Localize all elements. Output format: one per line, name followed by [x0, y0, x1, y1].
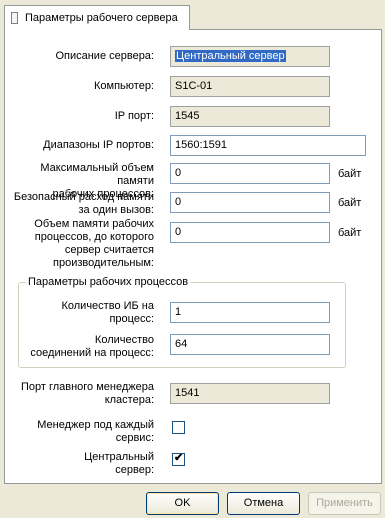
central-server-checkbox[interactable]: ✔: [172, 452, 185, 466]
central-server-label: Центральный сервер:: [4, 451, 154, 477]
process-params-group-title: Параметры рабочих процессов: [26, 276, 191, 288]
safe-memory-label-line1: Безопасный расход памяти: [13, 191, 154, 203]
computer-label: Компьютер:: [94, 80, 154, 92]
ip-ranges-label: Диапазоны IP портов:: [43, 139, 154, 151]
ok-button[interactable]: OK: [146, 492, 219, 515]
description-field[interactable]: Центральный сервер: [170, 46, 330, 67]
max-memory-input[interactable]: 0: [170, 163, 330, 184]
ip-ranges-input[interactable]: 1560:1591: [170, 135, 366, 156]
computer-field[interactable]: S1C-01: [170, 76, 330, 97]
safe-memory-unit: байт: [338, 197, 362, 209]
description-value: Центральный сервер: [175, 50, 286, 62]
max-memory-unit: байт: [338, 168, 362, 180]
memory-threshold-unit: байт: [338, 227, 362, 239]
manager-per-service-label-line2: сервис:: [115, 432, 154, 444]
cluster-port-label-line2: кластера:: [104, 394, 154, 406]
ip-port-label: IP порт:: [114, 110, 154, 122]
manager-per-service-label: Менеджер под каждый сервис:: [4, 419, 154, 445]
connections-label: Количество соединений на процесс:: [4, 334, 154, 360]
safe-memory-input[interactable]: 0: [170, 192, 330, 213]
cancel-button[interactable]: Отмена: [227, 492, 300, 515]
ib-per-process-label-line1: Количество ИБ на: [61, 300, 154, 312]
cluster-port-label: Порт главного менеджера кластера:: [4, 381, 154, 407]
cluster-port-label-line1: Порт главного менеджера: [20, 381, 154, 393]
memory-threshold-label-line4: производительным:: [53, 257, 154, 269]
tab-server-params[interactable]: Параметры рабочего сервера: [4, 5, 190, 30]
tab-label: Параметры рабочего сервера: [25, 12, 178, 24]
ib-per-process-input[interactable]: 1: [170, 302, 330, 323]
document-icon: [11, 12, 18, 24]
cluster-port-field[interactable]: 1541: [170, 383, 330, 404]
ib-per-process-label-line2: процесс:: [109, 313, 154, 325]
safe-memory-label-line2: за один вызов:: [78, 204, 154, 216]
max-memory-label-line1: Максимальный объем памяти: [40, 162, 154, 187]
checkmark-icon: ✔: [174, 452, 184, 464]
central-server-label-line1: Центральный: [84, 451, 154, 463]
memory-threshold-input[interactable]: 0: [170, 222, 330, 243]
connections-label-line1: Количество: [94, 334, 154, 346]
ib-per-process-label: Количество ИБ на процесс:: [4, 300, 154, 326]
central-server-label-line2: сервер:: [115, 464, 154, 476]
connections-input[interactable]: 64: [170, 334, 330, 355]
memory-threshold-label-line1: Объем памяти рабочих: [34, 218, 154, 230]
apply-button[interactable]: Применить: [308, 492, 381, 515]
memory-threshold-label-line3: сервер считается: [64, 244, 154, 256]
ip-port-field[interactable]: 1545: [170, 106, 330, 127]
manager-per-service-label-line1: Менеджер под каждый: [37, 419, 154, 431]
connections-label-line2: соединений на процесс:: [30, 347, 154, 359]
memory-threshold-label: Объем памяти рабочих процессов, до котор…: [4, 218, 154, 270]
description-label: Описание сервера:: [55, 50, 154, 62]
safe-memory-label: Безопасный расход памяти за один вызов:: [4, 191, 154, 217]
memory-threshold-label-line2: процессов, до которого: [34, 231, 154, 243]
manager-per-service-checkbox[interactable]: [172, 421, 185, 434]
